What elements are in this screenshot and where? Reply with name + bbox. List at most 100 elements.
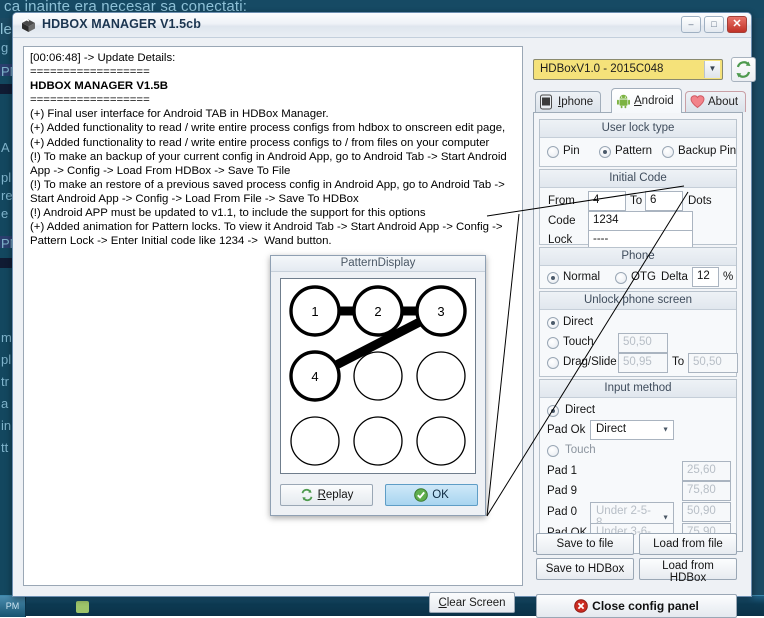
window-titlebar[interactable]: HDBOX MANAGER V1.5cb – □ ✕: [13, 13, 751, 38]
pattern-node[interactable]: [354, 352, 402, 400]
tab-about-label: About: [708, 96, 738, 108]
pad-0-label: Pad 0: [547, 506, 577, 518]
group-phone-title: Phone: [540, 248, 736, 266]
delta-input[interactable]: 12: [692, 267, 719, 287]
radio-phone-normal[interactable]: [547, 272, 559, 284]
radio-backup-pin[interactable]: [662, 146, 674, 158]
save-to-hdbox-button[interactable]: Save to HDBox: [536, 558, 634, 580]
chevron-down-icon: ▼: [662, 514, 669, 521]
ok-button[interactable]: OK: [385, 484, 478, 506]
pattern-node-label: 4: [311, 369, 318, 384]
drag-from-input[interactable]: 50,95: [618, 353, 668, 373]
replay-icon: [300, 488, 314, 503]
pattern-node[interactable]: [417, 417, 465, 465]
log-line: ==================: [30, 65, 517, 79]
radio-input-direct[interactable]: [547, 405, 559, 417]
close-config-panel-label: Close config panel: [592, 599, 699, 613]
device-select[interactable]: HDBoxV1.0 - 2015C048 ▼: [533, 59, 723, 80]
radio-unlock-dragslide-label: Drag/Slide: [563, 356, 617, 368]
radio-input-touch[interactable]: [547, 445, 559, 457]
log-line: [00:06:48] -> Update Details:: [30, 51, 517, 65]
log-line: ==================: [30, 93, 517, 107]
device-select-value: HDBoxV1.0 - 2015C048: [540, 63, 663, 75]
group-unlock-phone-screen: Unlock phone screen Direct Touch 50,50 D…: [539, 291, 737, 377]
radio-unlock-touch[interactable]: [547, 337, 559, 349]
radio-phone-otg[interactable]: [615, 272, 627, 284]
load-from-hdbox-button[interactable]: Load from HDBox: [639, 558, 737, 580]
group-input-method: Input method Direct Pad Ok Direct ▼ Touc…: [539, 379, 737, 547]
log-line: (!) Android APP must be updated to v1.1,…: [30, 206, 517, 220]
window-title: HDBOX MANAGER V1.5cb: [42, 17, 201, 31]
log-line: (+) Added functionality to read / write …: [30, 121, 517, 135]
radio-unlock-direct[interactable]: [547, 317, 559, 329]
android-config-body: User lock type Pin Pattern Backup Pin In…: [533, 112, 743, 552]
log-line: (+) Final user interface for Android TAB…: [30, 107, 517, 121]
radio-pattern[interactable]: [599, 146, 611, 158]
from-input[interactable]: 4: [588, 191, 626, 211]
tab-android[interactable]: Android: [611, 88, 682, 113]
radio-unlock-touch-label: Touch: [563, 336, 594, 348]
to-input[interactable]: 6: [645, 191, 683, 211]
check-circle-icon: [414, 488, 428, 503]
close-icon[interactable]: ✕: [727, 16, 747, 33]
background-fragment: in: [1, 418, 11, 433]
replay-button[interactable]: Replay: [280, 484, 373, 506]
heart-icon: [690, 95, 705, 110]
lock-label: Lock: [548, 234, 572, 246]
drag-to-input[interactable]: 50,50: [688, 353, 738, 373]
radio-phone-otg-label: OTG: [631, 271, 656, 283]
pattern-display-dialog: PatternDisplay 1234 Replay: [270, 255, 486, 516]
radio-unlock-dragslide[interactable]: [547, 357, 559, 369]
group-initial-code-title: Initial Code: [540, 170, 736, 188]
tab-android-accel: A: [634, 95, 642, 107]
chevron-down-icon: ▼: [704, 61, 720, 78]
code-input[interactable]: 1234: [588, 211, 693, 231]
minimize-glyph: –: [682, 17, 700, 32]
percent-label: %: [723, 271, 733, 283]
pattern-node-label: 1: [311, 304, 318, 319]
save-to-file-button[interactable]: Save to file: [536, 533, 634, 555]
pattern-dialog-title: PatternDisplay: [271, 256, 485, 272]
minimize-icon[interactable]: –: [681, 16, 701, 33]
pattern-node[interactable]: [354, 417, 402, 465]
taskbar-start-button[interactable]: PM: [0, 596, 26, 617]
tab-iphone[interactable]: Iphone: [535, 91, 601, 112]
from-label: From: [548, 195, 575, 207]
update-log-text: [00:06:48] -> Update Details:===========…: [24, 47, 522, 248]
tab-about[interactable]: About: [685, 91, 746, 112]
radio-pattern-label: Pattern: [615, 145, 652, 157]
pattern-node[interactable]: [291, 417, 339, 465]
iphone-icon: [540, 95, 555, 110]
pad-ok-direct-select[interactable]: Direct ▼: [590, 420, 674, 440]
radio-backup-pin-label: Backup Pin: [678, 145, 736, 157]
background-fragment: m: [1, 330, 12, 345]
pad-1-coord[interactable]: 25,60: [682, 461, 731, 481]
close-config-panel-button[interactable]: Close config panel: [536, 594, 737, 618]
maximize-icon[interactable]: □: [704, 16, 724, 33]
tray-icon[interactable]: [76, 601, 89, 613]
config-panel: HDBoxV1.0 - 2015C048 ▼ Iphone: [531, 46, 743, 618]
pattern-node[interactable]: [417, 352, 465, 400]
maximize-glyph: □: [705, 17, 723, 32]
log-line: HDBOX MANAGER V1.5B: [30, 79, 517, 93]
load-from-file-button[interactable]: Load from file: [639, 533, 737, 555]
radio-pin[interactable]: [547, 146, 559, 158]
tab-android-label-rest: ndroid: [642, 95, 674, 107]
android-icon: [616, 94, 631, 109]
log-line: (+) Added functionality to read / write …: [30, 136, 517, 150]
background-fragment: A: [1, 140, 10, 155]
radio-unlock-direct-label: Direct: [563, 316, 593, 328]
tab-iphone-label-rest: phone: [561, 96, 593, 108]
dots-label: Dots: [688, 195, 712, 207]
radio-pin-label: Pin: [563, 145, 580, 157]
pad-9-label: Pad 9: [547, 485, 577, 497]
pattern-grid[interactable]: 1234: [280, 278, 476, 474]
refresh-icon[interactable]: [731, 57, 756, 82]
clear-screen-button[interactable]: Clear Screen: [429, 592, 515, 613]
pad-ok-direct-value: Direct: [596, 423, 626, 435]
pad-0-coord[interactable]: 50,90: [682, 502, 731, 522]
touch-coord-input[interactable]: 50,50: [618, 333, 668, 353]
close-glyph: ✕: [728, 17, 746, 32]
pad-9-coord[interactable]: 75,80: [682, 481, 731, 501]
background-fragment: tt: [1, 440, 8, 455]
